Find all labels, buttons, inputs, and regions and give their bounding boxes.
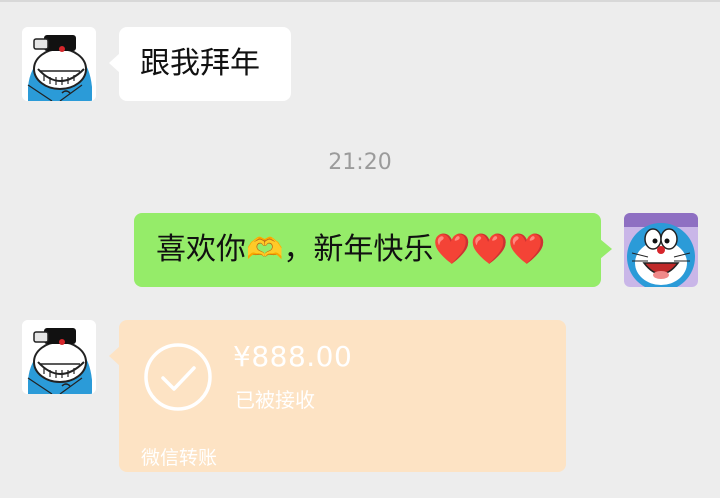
doraemon-face-icon	[624, 213, 698, 287]
transfer-amount: ¥888.00	[233, 340, 353, 373]
doraemon-grinning-icon	[22, 320, 96, 394]
contact-avatar[interactable]	[22, 320, 96, 394]
wechat-transfer-card[interactable]: ¥888.00 已被接收 微信转账	[109, 320, 566, 472]
doraemon-grinning-icon	[22, 27, 96, 101]
top-divider	[0, 0, 720, 2]
transfer-label: 微信转账	[141, 447, 218, 469]
outgoing-message-bubble[interactable]: 喜欢你🫶，新年快乐❤️❤️❤️	[134, 213, 612, 287]
check-circle-icon	[144, 343, 212, 411]
transfer-status: 已被接收	[235, 388, 315, 412]
incoming-message-bubble[interactable]: 跟我拜年	[109, 27, 291, 101]
self-avatar[interactable]	[624, 213, 698, 287]
message-text: 跟我拜年	[140, 46, 260, 81]
message-text: 喜欢你🫶，新年快乐❤️❤️❤️	[156, 232, 546, 267]
message-timestamp: 21:20	[328, 150, 392, 175]
contact-avatar[interactable]	[22, 27, 96, 101]
